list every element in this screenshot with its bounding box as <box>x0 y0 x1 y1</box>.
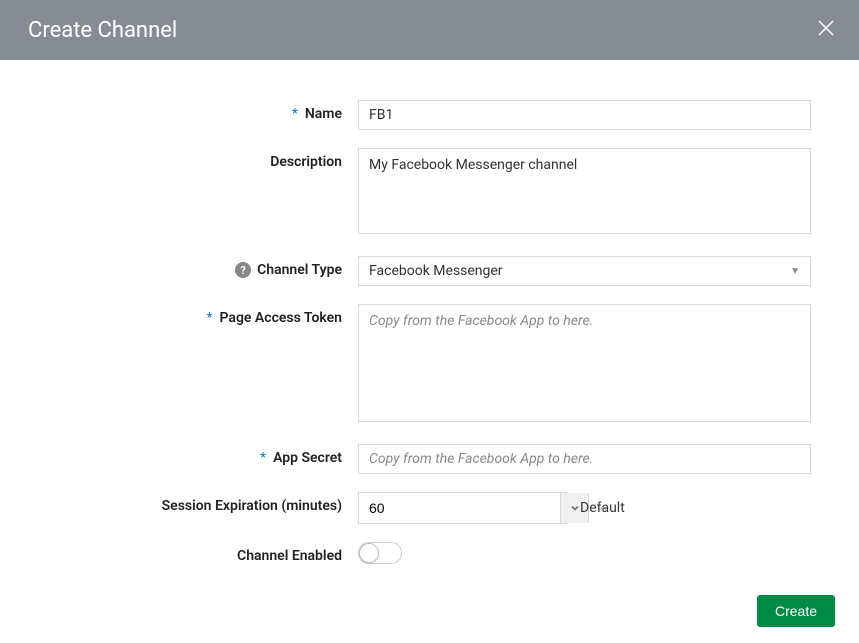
row-channel-enabled: Channel Enabled <box>48 542 811 564</box>
label-text: App Secret <box>273 450 342 466</box>
label-text: Channel Enabled <box>237 548 342 564</box>
row-app-secret: * App Secret <box>48 444 811 474</box>
required-marker: * <box>260 450 266 466</box>
label-text: Description <box>270 154 342 170</box>
label-page-access-token: * Page Access Token <box>48 304 358 326</box>
close-button[interactable] <box>813 14 839 47</box>
row-session-expiration: Session Expiration (minutes) Default <box>48 492 811 524</box>
channel-enabled-toggle[interactable] <box>358 542 402 564</box>
help-icon[interactable]: ? <box>235 262 251 278</box>
label-description: Description <box>48 148 358 170</box>
label-session-expiration: Session Expiration (minutes) <box>48 492 358 514</box>
dialog-footer: Create <box>757 595 835 627</box>
label-text: Name <box>305 106 342 122</box>
row-name: * Name <box>48 100 811 130</box>
form-area: * Name Description ? Channel Type Facebo… <box>0 60 859 602</box>
channel-type-select[interactable]: Facebook Messenger ▼ <box>358 256 811 286</box>
chevron-down-icon <box>570 503 580 513</box>
required-marker: * <box>292 106 298 122</box>
close-icon <box>817 19 835 37</box>
row-page-access-token: * Page Access Token <box>48 304 811 426</box>
label-text: Session Expiration (minutes) <box>162 498 342 514</box>
description-input[interactable] <box>358 148 811 234</box>
select-value: Facebook Messenger <box>369 263 503 279</box>
session-expiration-suffix: Default <box>580 500 625 516</box>
label-text: Page Access Token <box>220 310 342 326</box>
dialog-header: Create Channel <box>0 0 859 60</box>
toggle-knob <box>359 543 379 563</box>
create-button[interactable]: Create <box>757 595 835 627</box>
label-app-secret: * App Secret <box>48 444 358 466</box>
label-channel-enabled: Channel Enabled <box>48 542 358 564</box>
label-text: Channel Type <box>257 262 342 278</box>
session-expiration-input[interactable] <box>359 493 560 523</box>
dialog-title: Create Channel <box>28 18 177 43</box>
chevron-down-icon: ▼ <box>790 266 800 277</box>
label-channel-type: ? Channel Type <box>48 256 358 278</box>
label-name: * Name <box>48 100 358 122</box>
row-channel-type: ? Channel Type Facebook Messenger ▼ <box>48 256 811 286</box>
app-secret-input[interactable] <box>358 444 811 474</box>
required-marker: * <box>206 310 212 326</box>
page-access-token-input[interactable] <box>358 304 811 422</box>
row-description: Description <box>48 148 811 238</box>
name-input[interactable] <box>358 100 811 130</box>
session-expiration-spinner <box>358 492 568 524</box>
